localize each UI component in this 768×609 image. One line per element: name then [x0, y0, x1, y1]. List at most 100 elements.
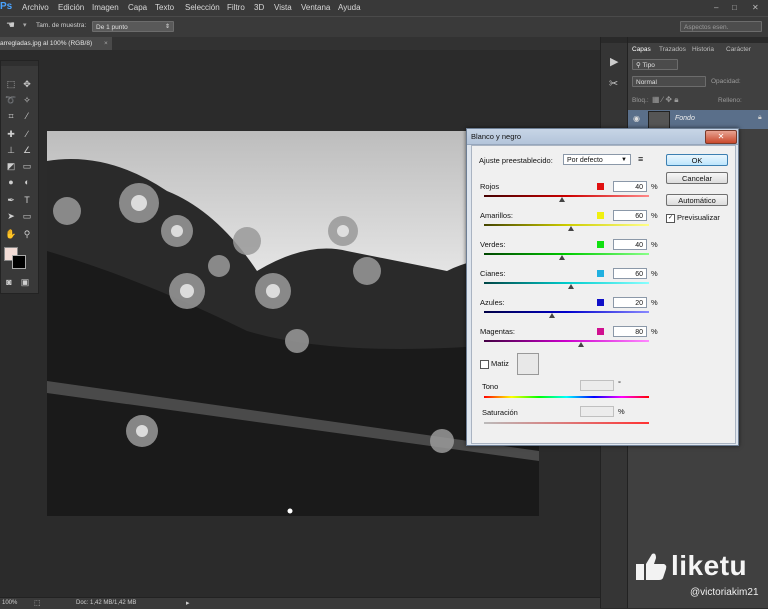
auto-button[interactable]: Automático	[666, 194, 728, 206]
slider-thumb[interactable]	[548, 313, 555, 318]
dialog-close-button[interactable]: ✕	[705, 130, 737, 144]
preset-select[interactable]: Por defecto ▼	[563, 154, 631, 165]
tint-color-swatch[interactable]	[517, 353, 539, 375]
layer-thumbnail	[648, 111, 670, 129]
history-brush-icon[interactable]: ∠	[20, 143, 34, 157]
document-tab[interactable]: arregladas.jpg al 100% (RGB/8) ×	[0, 37, 112, 50]
menu-filtro[interactable]: Filtro	[227, 3, 245, 12]
tab-trazados[interactable]: Trazados	[659, 46, 686, 53]
preset-value: Por defecto	[567, 157, 603, 164]
saturation-track[interactable]	[484, 422, 649, 424]
shape-tool-icon[interactable]: ▭	[20, 209, 34, 223]
workspace-select[interactable]: Aspectos esen.	[680, 21, 762, 32]
slider-track[interactable]	[484, 195, 649, 197]
menu-vista[interactable]: Vista	[274, 3, 292, 12]
value-input[interactable]: 20	[613, 297, 647, 308]
slider-thumb[interactable]	[568, 284, 575, 289]
value-input[interactable]: 60	[613, 268, 647, 279]
slider-track[interactable]	[484, 224, 649, 226]
maximize-button[interactable]: □	[732, 3, 737, 12]
toolbox-grip[interactable]	[1, 61, 38, 66]
color-swatch	[597, 299, 604, 306]
layer-kind-filter[interactable]: ⚲ Tipo	[632, 59, 678, 70]
hue-input[interactable]	[580, 380, 614, 391]
hand-tool-icon[interactable]: ✋	[4, 227, 18, 241]
menu-imagen[interactable]: Imagen	[92, 3, 119, 12]
zoom-level[interactable]: 100%	[2, 600, 17, 606]
eyedropper-icon[interactable]: ⁄	[20, 109, 34, 123]
lasso-tool-icon[interactable]: ➰	[4, 93, 18, 107]
slider-track[interactable]	[484, 340, 649, 342]
layer-row-fondo[interactable]: ◉ Fondo 🔒︎	[628, 110, 768, 129]
magic-wand-icon[interactable]: ✧	[20, 93, 34, 107]
preview-checkbox[interactable]: ✓	[666, 214, 675, 223]
value-input[interactable]: 60	[613, 210, 647, 221]
dodge-tool-icon[interactable]: ◐	[20, 175, 34, 189]
menu-seleccion[interactable]: Selección	[185, 3, 220, 12]
status-share-icon[interactable]: ⬚	[34, 599, 41, 607]
play-action-icon[interactable]: ▶	[610, 55, 618, 68]
slider-thumb[interactable]	[558, 197, 565, 202]
select-arrows-icon: ⇕	[164, 24, 170, 30]
preview-label: Previsualizar	[677, 213, 720, 222]
menu-archivo[interactable]: Archivo	[22, 3, 49, 12]
pen-tool-icon[interactable]: ✒	[4, 193, 18, 207]
tab-caracter[interactable]: Carácter	[726, 46, 751, 53]
tool-preset-arrow-icon[interactable]: ▾	[23, 21, 27, 29]
eraser-icon[interactable]: ◩	[4, 159, 18, 173]
tint-checkbox[interactable]	[480, 360, 489, 369]
healing-brush-icon[interactable]: ✚	[4, 127, 18, 141]
cancel-button[interactable]: Cancelar	[666, 172, 728, 184]
hand-tool-icon[interactable]: ☚	[6, 20, 15, 31]
gradient-icon[interactable]: ▭	[20, 159, 34, 173]
marquee-tool-icon[interactable]: ⬚	[4, 77, 18, 91]
preset-options-icon[interactable]: ≡	[638, 154, 643, 164]
eye-icon[interactable]: ◉	[633, 114, 640, 123]
path-selection-icon[interactable]: ➤	[4, 209, 18, 223]
slider-thumb[interactable]	[578, 342, 585, 347]
move-tool-icon[interactable]: ✥	[20, 77, 34, 91]
menu-texto[interactable]: Texto	[155, 3, 174, 12]
slider-thumb[interactable]	[558, 255, 565, 260]
panel-grip[interactable]	[628, 37, 768, 43]
fill-label: Relleno:	[718, 97, 742, 104]
hue-track[interactable]	[484, 396, 649, 398]
close-button[interactable]: ✕	[752, 3, 759, 12]
type-tool-icon[interactable]: T	[20, 193, 34, 207]
quick-mask-icon[interactable]: ◙	[4, 275, 14, 289]
menu-ventana[interactable]: Ventana	[301, 3, 330, 12]
saturation-input[interactable]	[580, 406, 614, 417]
lock-icons[interactable]: ▦ ∕ ✥ 🔒︎	[652, 95, 679, 105]
screen-mode-icon[interactable]: ▣	[20, 275, 30, 289]
menu-capa[interactable]: Capa	[128, 3, 147, 12]
value-input[interactable]: 40	[613, 181, 647, 192]
ok-button[interactable]: OK	[666, 154, 728, 166]
blur-tool-icon[interactable]: ●	[4, 175, 18, 189]
clone-stamp-icon[interactable]: ⊥	[4, 143, 18, 157]
slider-label: Azules:	[480, 298, 505, 307]
slider-track[interactable]	[484, 253, 649, 255]
sample-size-select[interactable]: De 1 punto ⇕	[92, 21, 174, 32]
menu-ayuda[interactable]: Ayuda	[338, 3, 361, 12]
tab-capas[interactable]: Capas	[632, 46, 651, 53]
tab-historia[interactable]: Historia	[692, 46, 714, 53]
slider-thumb[interactable]	[568, 226, 575, 231]
slider-track[interactable]	[484, 282, 649, 284]
document-tab-close-icon[interactable]: ×	[104, 37, 108, 50]
crop-tool-icon[interactable]: ⌗	[4, 109, 18, 123]
hue-label: Tono	[482, 382, 499, 391]
menu-edicion[interactable]: Edición	[58, 3, 84, 12]
value-input[interactable]: 40	[613, 239, 647, 250]
zoom-tool-icon[interactable]: ⚲	[20, 227, 34, 241]
brush-tool-icon[interactable]: ∕	[20, 127, 34, 141]
minimize-button[interactable]: –	[714, 3, 718, 12]
tools-preset-icon[interactable]: ✂	[609, 77, 618, 90]
value-input[interactable]: 80	[613, 326, 647, 337]
menu-3d[interactable]: 3D	[254, 3, 264, 12]
dialog-titlebar[interactable]: Blanco y negro ✕	[467, 129, 738, 145]
status-arrow-icon[interactable]: ▸	[186, 599, 190, 607]
strip-grip[interactable]	[601, 37, 628, 43]
blend-mode-select[interactable]: Normal	[632, 76, 706, 87]
background-color-swatch[interactable]	[12, 255, 26, 269]
slider-track[interactable]	[484, 311, 649, 313]
